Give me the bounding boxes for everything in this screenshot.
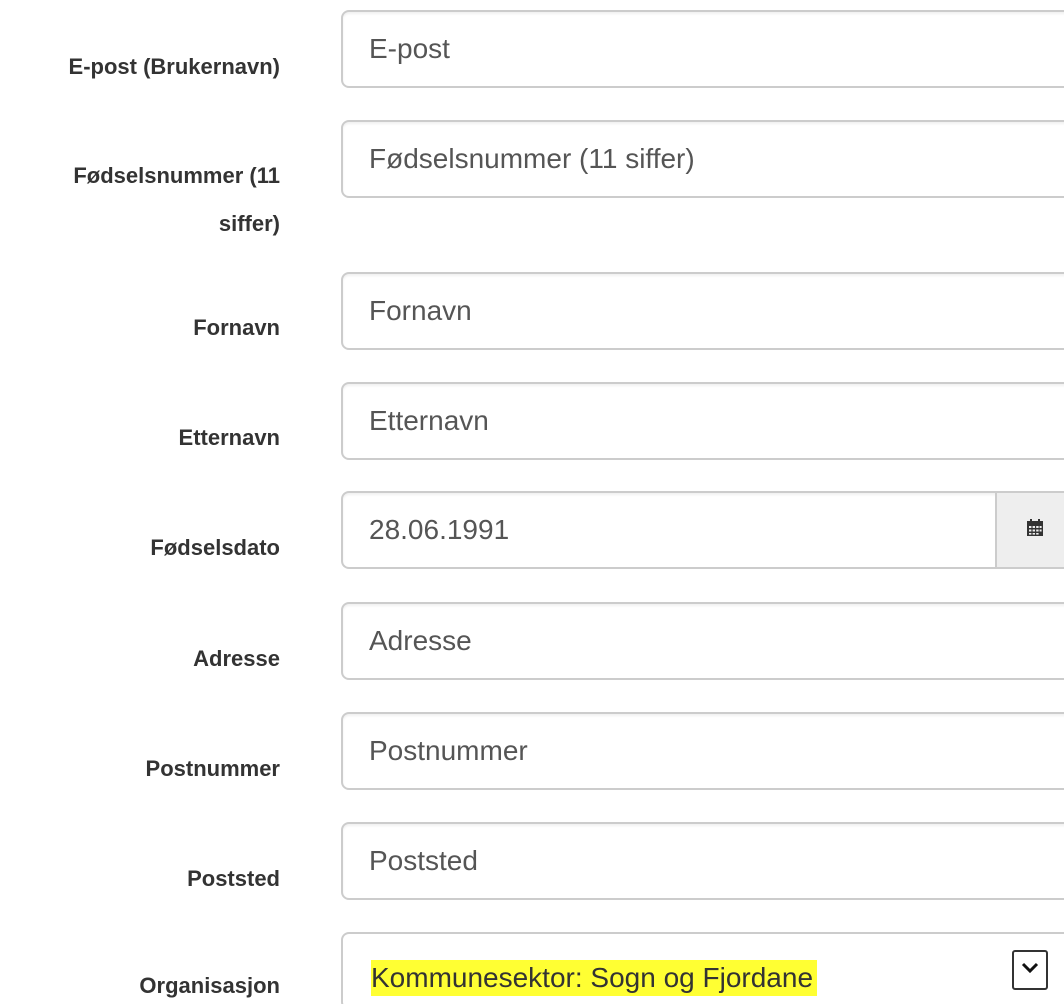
address-input[interactable] <box>341 602 1064 680</box>
firstname-label: Fornavn <box>193 315 280 340</box>
organization-selected-value: Kommunesektor: Sogn og Fjordane <box>371 960 818 996</box>
ssn-input[interactable] <box>341 120 1064 198</box>
postcode-input[interactable] <box>341 712 1064 790</box>
city-input[interactable] <box>341 822 1064 900</box>
postcode-label: Postnummer <box>145 756 280 781</box>
calendar-button[interactable] <box>995 491 1064 569</box>
calendar-icon <box>1025 518 1045 543</box>
lastname-input[interactable] <box>341 382 1064 460</box>
email-input[interactable] <box>341 10 1064 88</box>
address-label: Adresse <box>193 646 280 671</box>
organization-select[interactable]: Kommunesektor: Sogn og Fjordane <box>341 932 1064 1004</box>
ssn-label-line1: Fødselsnummer (11 <box>73 163 280 188</box>
birthdate-label: Fødselsdato <box>150 535 280 560</box>
email-label: E-post (Brukernavn) <box>68 54 280 79</box>
chevron-down-icon <box>1021 961 1039 979</box>
lastname-label: Etternavn <box>178 425 280 450</box>
organization-dropdown-button[interactable] <box>1012 950 1048 990</box>
birthdate-input[interactable] <box>341 491 997 569</box>
registration-form: E-post (Brukernavn) Fødselsnummer (11 si… <box>0 0 1064 1004</box>
city-label: Poststed <box>187 866 280 891</box>
firstname-input[interactable] <box>341 272 1064 350</box>
ssn-label-line2: siffer) <box>218 211 280 236</box>
organization-label: Organisasjon <box>139 973 280 998</box>
ssn-label: Fødselsnummer (11 siffer) <box>0 152 280 248</box>
